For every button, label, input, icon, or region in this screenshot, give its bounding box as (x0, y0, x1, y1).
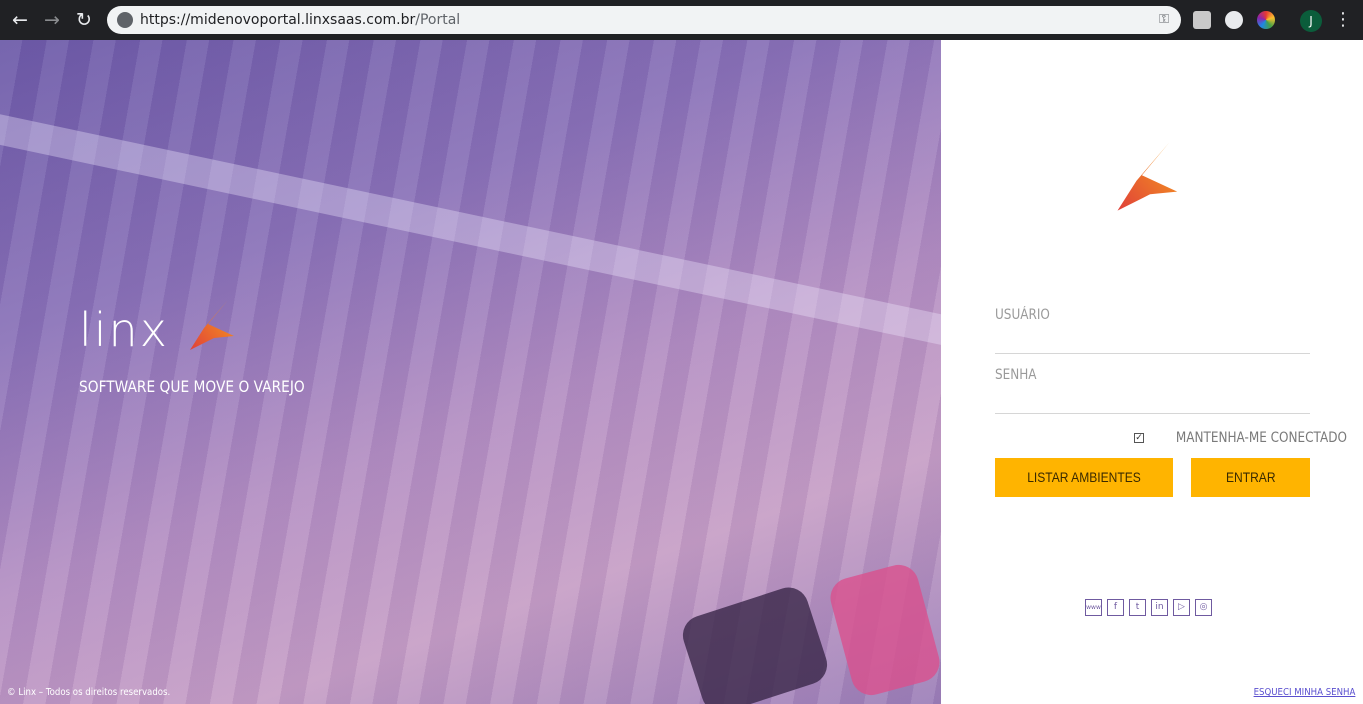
youtube-icon[interactable]: ▷ (1173, 599, 1190, 616)
username-underline (995, 353, 1310, 354)
forgot-password-link[interactable]: ESQUECI MINHA SENHA (1253, 687, 1355, 699)
reload-icon[interactable]: ↻ (72, 8, 96, 32)
browser-toolbar: ← → ↻ https://midenovoportal.linxsaas.co… (0, 0, 1363, 40)
linx-logo-icon (190, 300, 234, 350)
color-picker-extension-icon[interactable] (1257, 11, 1275, 29)
facebook-icon[interactable]: f (1107, 599, 1124, 616)
extension-icon-1[interactable] (1193, 11, 1211, 29)
key-icon[interactable]: ⚿ (1159, 12, 1169, 27)
twitter-icon[interactable]: t (1129, 599, 1146, 616)
extension-icon-2[interactable] (1225, 11, 1243, 29)
login-panel: USUÁRIO SENHA ✓ MANTENHA-ME CONECTADO LIS… (941, 40, 1363, 704)
list-environments-button[interactable]: LISTAR AMBIENTES (995, 458, 1173, 497)
remember-me[interactable]: ✓ MANTENHA-ME CONECTADO (1134, 427, 1347, 446)
hero-background-image: Linx SOFTWARE QUE MOVE O VAREJO © Linx –… (0, 40, 941, 704)
back-icon[interactable]: ← (8, 8, 32, 32)
copyright-text: © Linx – Todos os direitos reservados. (7, 687, 171, 698)
password-input[interactable] (995, 386, 1310, 412)
username-input[interactable] (995, 326, 1310, 352)
address-url[interactable]: https://midenovoportal.linxsaas.com.br/P… (140, 12, 460, 28)
linx-logo-icon (1117, 142, 1178, 211)
profile-avatar[interactable]: J (1300, 10, 1322, 32)
linkedin-icon[interactable]: in (1151, 599, 1168, 616)
www-icon[interactable]: www (1085, 599, 1102, 616)
forward-icon[interactable]: → (40, 8, 64, 32)
address-bar[interactable]: https://midenovoportal.linxsaas.com.br/P… (107, 6, 1181, 34)
instagram-icon[interactable]: ◎ (1195, 599, 1212, 616)
password-underline (995, 413, 1310, 414)
enter-button[interactable]: ENTRAR (1191, 458, 1310, 497)
brand-wordmark: Linx (79, 303, 169, 357)
globe-icon (117, 12, 133, 28)
password-label: SENHA (995, 367, 1037, 383)
remember-label: MANTENHA-ME CONECTADO (1175, 429, 1347, 446)
browser-menu-icon[interactable]: ⋮ (1334, 8, 1352, 32)
hero-tagline: SOFTWARE QUE MOVE O VAREJO (79, 377, 305, 396)
username-label: USUÁRIO (995, 307, 1050, 323)
remember-checkbox[interactable]: ✓ (1134, 432, 1144, 443)
